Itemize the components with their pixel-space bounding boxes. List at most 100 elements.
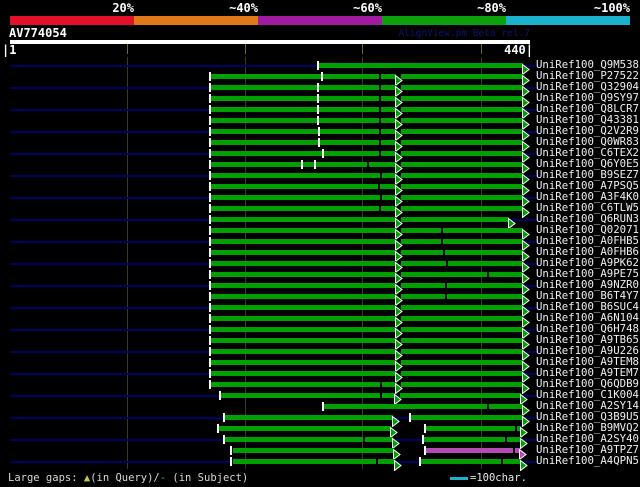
gap-notch <box>379 96 381 101</box>
hit-bar[interactable] <box>220 393 395 398</box>
hit-bar[interactable] <box>210 195 396 200</box>
hit-bar[interactable] <box>233 459 395 464</box>
hit-bar[interactable] <box>401 272 523 277</box>
alignview-screen: 20% ~40% ~60% ~80% ~100% AV774054 AlignView.… <box>0 0 640 487</box>
gap-notch <box>378 184 380 189</box>
hit-bar[interactable] <box>233 448 394 453</box>
hit-bar[interactable] <box>210 140 396 145</box>
boundary-dash <box>209 336 211 345</box>
hit-bar[interactable] <box>210 272 396 277</box>
arrow-right-icon <box>520 456 528 472</box>
hit-bar[interactable] <box>401 261 523 266</box>
hit-bar[interactable] <box>210 217 396 222</box>
hit-bar[interactable] <box>401 118 523 123</box>
gap-notch <box>379 129 381 134</box>
hit-bar[interactable] <box>401 151 523 156</box>
hit-bar[interactable] <box>210 349 396 354</box>
hit-bar[interactable] <box>210 228 396 233</box>
gap-notch <box>446 261 448 266</box>
arrow-right-icon <box>522 379 530 395</box>
hit-bar[interactable] <box>401 349 523 354</box>
boundary-dash <box>230 446 232 455</box>
hit-bar[interactable] <box>401 294 523 299</box>
hit-bar[interactable] <box>210 294 396 299</box>
hit-bar[interactable] <box>210 250 396 255</box>
hit-bar[interactable] <box>319 63 523 68</box>
hit-bar[interactable] <box>401 283 523 288</box>
hit-bar[interactable] <box>210 173 396 178</box>
hit-bar[interactable] <box>210 118 396 123</box>
boundary-dash <box>209 314 211 323</box>
hit-bar[interactable] <box>401 206 523 211</box>
hit-bar[interactable] <box>210 151 396 156</box>
hit-bar[interactable] <box>210 283 396 288</box>
hit-bar[interactable] <box>401 305 523 310</box>
boundary-dash <box>321 72 323 81</box>
hit-bar[interactable] <box>420 459 521 464</box>
hit-bar[interactable] <box>225 415 393 420</box>
hit-bar[interactable] <box>401 338 523 343</box>
arrow-right-icon <box>522 93 530 109</box>
hit-bar[interactable] <box>210 239 396 244</box>
boundary-dash <box>209 94 211 103</box>
hit-bar[interactable] <box>210 338 396 343</box>
hit-bar[interactable] <box>210 382 396 387</box>
hit-bar[interactable] <box>401 74 523 79</box>
hit-bar[interactable] <box>401 239 523 244</box>
arrow-right-icon <box>522 192 530 208</box>
hit-bar[interactable] <box>400 393 521 398</box>
arrow-right-icon <box>522 60 530 76</box>
hit-bar[interactable] <box>401 250 523 255</box>
hit-bar[interactable] <box>210 371 396 376</box>
hit-bar[interactable] <box>401 327 523 332</box>
hit-bar[interactable] <box>401 85 523 90</box>
arrow-right-icon <box>522 203 530 219</box>
hit-bar[interactable] <box>401 184 523 189</box>
arrow-right-icon <box>522 71 530 87</box>
hit-bar[interactable] <box>401 173 523 178</box>
hit-bar[interactable] <box>210 107 396 112</box>
hit-bar[interactable] <box>210 85 396 90</box>
hit-bar[interactable] <box>401 371 523 376</box>
hit-bar[interactable] <box>401 129 523 134</box>
hit-bar[interactable] <box>210 316 396 321</box>
hit-bar[interactable] <box>401 162 523 167</box>
hit-bar[interactable] <box>401 316 523 321</box>
hit-bar[interactable] <box>225 437 393 442</box>
hit-bar[interactable] <box>210 327 396 332</box>
hit-bar[interactable] <box>401 228 523 233</box>
hit-bar[interactable] <box>210 360 396 365</box>
boundary-dash <box>209 160 211 169</box>
hit-bar[interactable] <box>401 360 523 365</box>
hit-bar[interactable] <box>210 96 396 101</box>
hit-bar[interactable] <box>401 107 523 112</box>
hit-bar[interactable] <box>210 261 396 266</box>
arrow-right-icon <box>522 258 530 274</box>
hit-label[interactable]: UniRef100_A4QPN5 <box>536 455 639 466</box>
arrow-right-icon <box>522 170 530 186</box>
hit-bar[interactable] <box>323 404 523 409</box>
hit-bar[interactable] <box>401 217 509 222</box>
hit-bar[interactable] <box>210 305 396 310</box>
hit-bar[interactable] <box>210 129 396 134</box>
boundary-dash <box>322 402 324 411</box>
hit-bar[interactable] <box>401 382 523 387</box>
hit-bar[interactable] <box>410 415 523 420</box>
scalebar-percent-label: ~60% <box>353 1 382 15</box>
arrow-right-icon <box>522 159 530 175</box>
hit-bar[interactable] <box>210 74 396 79</box>
gap-notch <box>513 448 515 453</box>
hit-bar[interactable] <box>425 426 521 431</box>
hit-bar[interactable] <box>210 184 396 189</box>
hit-bar[interactable] <box>401 195 523 200</box>
hit-bar[interactable] <box>401 96 523 101</box>
boundary-dash <box>209 369 211 378</box>
hit-bar[interactable] <box>426 448 520 453</box>
boundary-dash <box>209 138 211 147</box>
boundary-dash <box>422 435 424 444</box>
hit-bar[interactable] <box>219 426 391 431</box>
arrow-right-icon <box>522 291 530 307</box>
boundary-dash <box>209 347 211 356</box>
hit-bar[interactable] <box>401 140 523 145</box>
hit-bar[interactable] <box>210 206 396 211</box>
